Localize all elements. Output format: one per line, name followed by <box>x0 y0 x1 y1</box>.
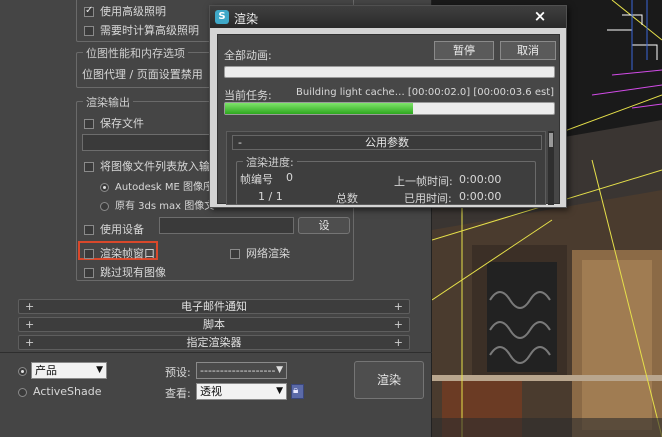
pause-button-label: 暂停 <box>453 44 475 57</box>
rollout-collapse-icon: - <box>238 136 242 149</box>
all-animation-label: 全部动画: <box>224 49 272 62</box>
rollout-scripts[interactable]: + 脚本 + <box>18 317 410 332</box>
common-params-rollout[interactable]: - 公用参数 <box>232 135 542 150</box>
mode-product-dropdown[interactable]: 产品 ▼ <box>31 362 107 379</box>
lock-view-button[interactable]: 🔒︎ <box>291 384 304 399</box>
autodesk-me-radio[interactable] <box>100 182 109 192</box>
cancel-button-label: 取消 <box>517 44 539 57</box>
save-file-row[interactable]: 保存文件 <box>84 115 144 131</box>
device-button[interactable]: 设 <box>298 217 350 234</box>
net-render-row[interactable]: 网络渲染 <box>230 245 290 261</box>
net-render-checkbox[interactable] <box>230 249 240 259</box>
rendered-frame-window-label: 渲染帧窗口 <box>100 247 155 260</box>
render-progress-legend: 渲染进度: <box>243 154 297 170</box>
autodesk-me-option[interactable]: Autodesk ME 图像序 <box>100 178 213 193</box>
rollout-expand-icon: + <box>25 318 35 331</box>
use-advanced-lighting-row[interactable]: 使用高级照明 <box>84 3 166 19</box>
autodesk-me-label: Autodesk ME 图像序 <box>115 182 214 193</box>
app-logo-icon: S <box>215 10 229 24</box>
dialog-scrollbar-thumb[interactable] <box>549 133 553 147</box>
use-advanced-lighting-checkbox[interactable] <box>84 5 94 17</box>
preset-value: ------------------- <box>200 364 276 377</box>
use-advanced-lighting-label: 使用高级照明 <box>100 5 166 18</box>
preset-dropdown[interactable]: ------------------- ▼ <box>196 362 287 379</box>
save-file-label: 保存文件 <box>100 117 144 130</box>
rollout-scripts-label: 脚本 <box>203 318 225 331</box>
rollout-email-notification[interactable]: + 电子邮件通知 + <box>18 299 410 314</box>
lock-icon: 🔒︎ <box>293 385 299 396</box>
current-task-label: 当前任务: <box>224 89 272 102</box>
pause-button[interactable]: 暂停 <box>434 41 494 60</box>
render-button-label: 渲染 <box>376 373 401 387</box>
rollout-expand-icon-right: + <box>393 336 403 349</box>
rollout-email-label: 电子邮件通知 <box>181 300 247 313</box>
dialog-scrollbar[interactable] <box>548 131 554 205</box>
rendered-frame-window-checkbox[interactable] <box>84 249 94 259</box>
bottom-divider <box>0 352 432 353</box>
dialog-body: 全部动画: 暂停 取消 当前任务: Building light cache… … <box>217 34 560 205</box>
common-params-label: 公用参数 <box>365 136 409 149</box>
skip-existing-label: 跳过现有图像 <box>100 266 166 279</box>
put-image-list-checkbox[interactable] <box>84 162 94 172</box>
rollout-assign-renderer-label: 指定渲染器 <box>186 336 242 349</box>
chevron-down-icon: ▼ <box>276 386 283 396</box>
legacy-3dsmax-radio[interactable] <box>100 201 109 211</box>
rollout-expand-icon-right: + <box>393 300 403 313</box>
device-name-field[interactable] <box>159 217 294 234</box>
legacy-3dsmax-label: 原有 3ds max 图像文 <box>115 201 215 212</box>
chevron-down-icon: ▼ <box>96 365 103 375</box>
current-task-text: Building light cache… [00:00:02.0] [00:0… <box>296 87 555 98</box>
view-dropdown[interactable]: 透视 ▼ <box>196 383 287 400</box>
put-image-list-row[interactable]: 将图像文件列表放入输 <box>84 158 210 174</box>
legacy-3dsmax-option[interactable]: 原有 3ds max 图像文 <box>100 197 214 212</box>
view-label: 查看: <box>165 387 191 400</box>
render-button[interactable]: 渲染 <box>354 361 424 399</box>
all-animation-progress-bar <box>224 66 555 78</box>
mode-activeshade-radio[interactable] <box>18 387 27 397</box>
frame-count-value: 1 / 1 <box>258 190 283 203</box>
dialog-title: 渲染 <box>234 12 259 26</box>
device-button-label: 设 <box>318 219 330 232</box>
frame-number-label: 帧编号 <box>240 173 273 186</box>
mode-product-radio[interactable] <box>18 366 27 376</box>
current-task-progress-bar <box>224 102 555 115</box>
frame-number-value: 0 <box>286 171 293 184</box>
elapsed-time-value: 0:00:00 <box>459 190 502 203</box>
last-frame-time-value: 0:00:00 <box>459 173 502 186</box>
compute-advanced-lighting-label: 需要时计算高级照明 <box>100 24 199 37</box>
rollout-expand-icon-right: + <box>393 318 403 331</box>
compute-advanced-lighting-checkbox[interactable] <box>84 26 94 36</box>
use-device-label: 使用设备 <box>100 223 144 236</box>
render-progress-dialog: S 渲染 × 全部动画: 暂停 取消 当前任务: Building light … <box>209 5 567 208</box>
chevron-down-icon: ▼ <box>276 365 283 375</box>
render-output-legend: 渲染输出 <box>83 94 133 110</box>
bitmap-performance-legend: 位图性能和内存选项 <box>83 45 188 61</box>
view-value: 透视 <box>200 385 222 398</box>
dialog-title-bar[interactable]: S 渲染 × <box>210 6 566 28</box>
current-task-progress-fill <box>225 103 413 114</box>
use-device-checkbox[interactable] <box>84 225 94 235</box>
rollout-expand-icon: + <box>25 300 35 313</box>
output-file-path-field[interactable] <box>82 134 214 151</box>
total-label: 总数 <box>336 192 358 205</box>
mode-activeshade-label: ActiveShade <box>33 385 102 398</box>
rollout-assign-renderer[interactable]: + 指定渲染器 + <box>18 335 410 350</box>
rollout-expand-icon: + <box>25 336 35 349</box>
mode-product-value: 产品 <box>35 364 57 377</box>
preset-label: 预设: <box>165 366 191 379</box>
elapsed-time-label: 已用时间: <box>404 192 452 205</box>
rendered-frame-window-row[interactable]: 渲染帧窗口 <box>84 245 155 261</box>
bitmap-proxy-status: 位图代理 / 页面设置禁用 <box>82 68 203 81</box>
save-file-checkbox[interactable] <box>84 119 94 129</box>
net-render-label: 网络渲染 <box>246 247 290 260</box>
mode-activeshade-option[interactable]: ActiveShade <box>18 385 101 398</box>
put-image-list-label: 将图像文件列表放入输 <box>100 160 210 173</box>
cancel-button[interactable]: 取消 <box>500 41 556 60</box>
skip-existing-row[interactable]: 跳过现有图像 <box>84 264 166 280</box>
compute-advanced-lighting-row[interactable]: 需要时计算高级照明 <box>84 22 199 38</box>
skip-existing-checkbox[interactable] <box>84 268 94 278</box>
use-device-row[interactable]: 使用设备 <box>84 221 144 237</box>
close-icon[interactable]: × <box>518 7 562 25</box>
last-frame-time-label: 上一帧时间: <box>394 175 453 188</box>
